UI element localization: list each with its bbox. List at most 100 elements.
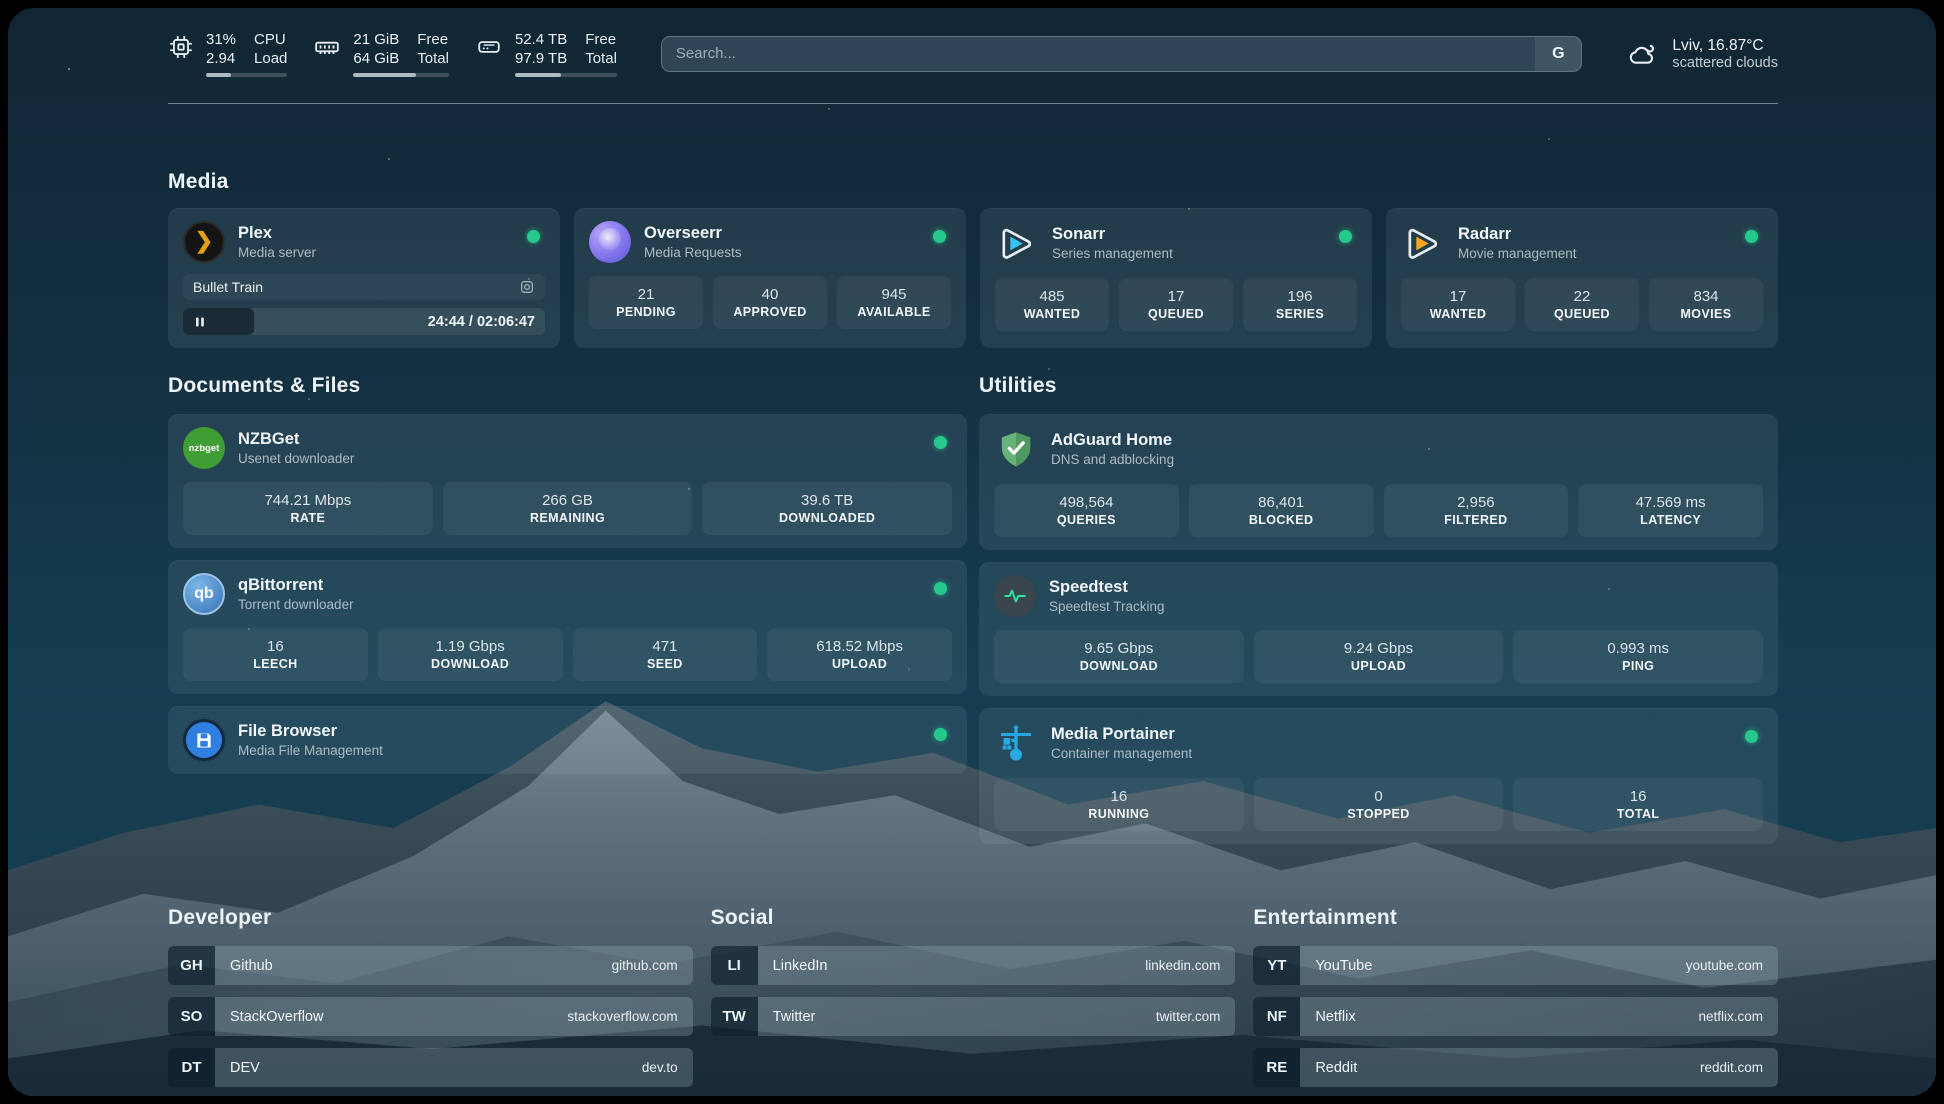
link-youtube[interactable]: YT YouTube youtube.com xyxy=(1253,946,1778,985)
stat-box: 40APPROVED xyxy=(713,276,827,329)
app-name: AdGuard Home xyxy=(1051,430,1174,451)
nzbget-icon: nzbget xyxy=(183,427,225,469)
search-engine-button[interactable]: G xyxy=(1535,37,1581,71)
ram-total: 64 GiB xyxy=(353,49,399,68)
stat-value: 16 xyxy=(1110,787,1127,806)
app-card-nzbget[interactable]: nzbget NZBGet Usenet downloader 744.21 M… xyxy=(168,414,967,548)
app-card-speedtest[interactable]: Speedtest Speedtest Tracking 9.65 GbpsDO… xyxy=(979,562,1778,696)
cpu-progress-track xyxy=(206,73,287,77)
section-title-media: Media xyxy=(168,170,1778,194)
storage-total: 97.9 TB xyxy=(515,49,567,68)
adguard-icon xyxy=(994,427,1038,471)
app-subtitle: Media File Management xyxy=(238,742,383,760)
disk-icon xyxy=(475,34,503,60)
snow-specks xyxy=(68,68,70,70)
cpu-percent: 31% xyxy=(206,30,236,49)
link-abbr: SO xyxy=(168,997,215,1036)
app-name: Overseerr xyxy=(644,223,742,244)
stat-box: 47.569 msLATENCY xyxy=(1578,484,1763,537)
app-name: Sonarr xyxy=(1052,224,1173,245)
app-card-overseerr[interactable]: Overseerr Media Requests 21PENDING 40APP… xyxy=(574,208,966,348)
status-dot xyxy=(933,230,946,243)
stat-label: DOWNLOAD xyxy=(1080,658,1158,675)
stat-value: 498,564 xyxy=(1059,493,1113,512)
portainer-icon xyxy=(994,721,1038,765)
stat-value: 196 xyxy=(1287,287,1312,306)
radarr-icon xyxy=(1401,221,1445,265)
app-name: Media Portainer xyxy=(1051,724,1192,745)
app-name: Plex xyxy=(238,223,316,244)
stat-label: UPLOAD xyxy=(1351,658,1406,675)
link-reddit[interactable]: RE Reddit reddit.com xyxy=(1253,1048,1778,1087)
link-stackoverflow[interactable]: SO StackOverflow stackoverflow.com xyxy=(168,997,693,1036)
cpu-label-top: CPU xyxy=(254,30,287,49)
stat-box: 86,401BLOCKED xyxy=(1189,484,1374,537)
stat-value: 834 xyxy=(1693,287,1718,306)
link-url: twitter.com xyxy=(1156,1009,1221,1024)
stat-label: LEECH xyxy=(253,656,297,673)
link-name: YouTube xyxy=(1315,958,1372,974)
stat-label: RUNNING xyxy=(1088,806,1149,823)
stat-value: 39.6 TB xyxy=(801,491,853,510)
app-card-portainer[interactable]: Media Portainer Container management 16R… xyxy=(979,708,1778,844)
stat-label: PENDING xyxy=(616,304,676,321)
app-subtitle: Movie management xyxy=(1458,245,1577,263)
app-card-sonarr[interactable]: Sonarr Series management 485WANTED 17QUE… xyxy=(980,208,1372,348)
stat-value: 471 xyxy=(652,637,677,656)
search-input[interactable] xyxy=(662,37,1536,71)
stat-box: 266 GBREMAINING xyxy=(443,482,693,535)
app-card-adguard[interactable]: AdGuard Home DNS and adblocking 498,564Q… xyxy=(979,414,1778,550)
filebrowser-icon xyxy=(183,719,225,761)
section-title-documents: Documents & Files xyxy=(168,374,967,398)
section-title-developer: Developer xyxy=(168,906,693,930)
plex-icon: ❯ xyxy=(183,221,225,263)
link-linkedin[interactable]: LI LinkedIn linkedin.com xyxy=(711,946,1236,985)
link-dev[interactable]: DT DEV dev.to xyxy=(168,1048,693,1087)
plex-now-playing: Bullet Train xyxy=(183,274,545,300)
app-card-radarr[interactable]: Radarr Movie management 17WANTED 22QUEUE… xyxy=(1386,208,1778,348)
stat-value: 0 xyxy=(1374,787,1382,806)
stat-box: 0STOPPED xyxy=(1254,778,1504,831)
ram-label-bottom: Total xyxy=(417,49,449,68)
cpu-icon xyxy=(168,34,194,60)
media-type-icon xyxy=(519,279,535,295)
weather-widget[interactable]: Lviv, 16.87°C scattered clouds xyxy=(1624,37,1778,71)
stat-label: PING xyxy=(1622,658,1654,675)
plex-player-bar[interactable]: 24:44 / 02:06:47 xyxy=(183,308,545,335)
status-dot xyxy=(934,436,947,449)
stat-label: RATE xyxy=(290,510,325,527)
media-grid: ❯ Plex Media server Bullet Train xyxy=(168,208,1778,348)
storage-progress-track xyxy=(515,73,617,77)
stat-value: 744.21 Mbps xyxy=(264,491,351,510)
status-dot xyxy=(1745,230,1758,243)
app-name: qBittorrent xyxy=(238,575,354,596)
link-twitter[interactable]: TW Twitter twitter.com xyxy=(711,997,1236,1036)
cpu-progress-fill xyxy=(206,73,231,77)
link-github[interactable]: GH Github github.com xyxy=(168,946,693,985)
stat-box: 945AVAILABLE xyxy=(837,276,951,329)
app-card-qbittorrent[interactable]: qb qBittorrent Torrent downloader 16LEEC… xyxy=(168,560,967,694)
link-url: netflix.com xyxy=(1698,1009,1763,1024)
status-dot xyxy=(1339,230,1352,243)
app-name: File Browser xyxy=(238,721,383,742)
app-card-filebrowser[interactable]: File Browser Media File Management xyxy=(168,706,967,774)
now-playing-title: Bullet Train xyxy=(193,279,263,295)
link-url: linkedin.com xyxy=(1145,958,1220,973)
section-title-entertainment: Entertainment xyxy=(1253,906,1778,930)
stat-box: 21PENDING xyxy=(589,276,703,329)
stat-value: 618.52 Mbps xyxy=(816,637,903,656)
stat-box: 834MOVIES xyxy=(1649,278,1763,331)
link-netflix[interactable]: NF Netflix netflix.com xyxy=(1253,997,1778,1036)
stat-value: 22 xyxy=(1574,287,1591,306)
stat-value: 0.993 ms xyxy=(1607,639,1669,658)
link-url: github.com xyxy=(612,958,678,973)
ram-label-top: Free xyxy=(417,30,449,49)
stat-box: 17QUEUED xyxy=(1119,278,1233,331)
stat-label: MOVIES xyxy=(1680,306,1731,323)
app-card-plex[interactable]: ❯ Plex Media server Bullet Train xyxy=(168,208,560,348)
stat-label: WANTED xyxy=(1430,306,1487,323)
pause-icon[interactable] xyxy=(194,316,206,328)
app-subtitle: Torrent downloader xyxy=(238,596,354,614)
stat-label: LATENCY xyxy=(1640,512,1701,529)
stat-box: 1.19 GbpsDOWNLOAD xyxy=(378,628,563,681)
